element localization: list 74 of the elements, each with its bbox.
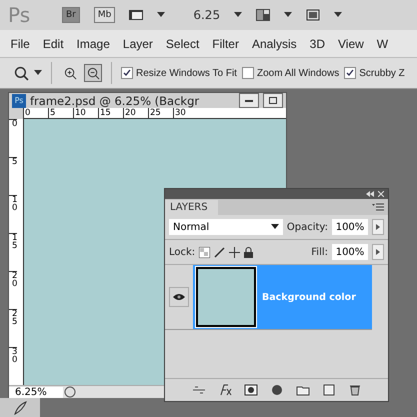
opacity-field[interactable]: 100%: [332, 219, 368, 235]
ruler-number: 0: [23, 108, 48, 118]
transparency-lock-icon[interactable]: [199, 246, 210, 258]
menu-item[interactable]: 3D: [303, 36, 332, 50]
caret-icon[interactable]: [34, 70, 42, 76]
launch-button[interactable]: Mb: [94, 7, 116, 23]
ruler-number: 25: [9, 309, 18, 347]
new-layer-icon[interactable]: [322, 384, 336, 396]
ruler-number: 0: [9, 119, 18, 157]
menu-icon[interactable]: [372, 203, 384, 211]
menu-item[interactable]: Analysis: [245, 36, 304, 50]
fill-field[interactable]: 100%: [332, 244, 368, 260]
lock-label: Lock:: [169, 246, 196, 258]
caret-icon: [270, 224, 279, 230]
checkbox-label: Resize Windows To Fit: [136, 68, 237, 78]
window-title: frame2.psd @ 6.25% (Backgr: [30, 94, 200, 108]
ruler-number: 20: [123, 108, 148, 118]
layer-name: Background color: [262, 292, 356, 302]
ruler-number: 15: [98, 108, 123, 118]
status-icon[interactable]: [63, 386, 77, 398]
caret-icon[interactable]: [157, 12, 166, 18]
trash-icon[interactable]: [348, 384, 362, 396]
panel-tab[interactable]: LAYERS: [165, 200, 218, 215]
ruler-number: 5: [9, 157, 18, 195]
launch-button[interactable]: Br: [62, 7, 80, 23]
collapse-icon[interactable]: [366, 191, 374, 197]
ruler-number: 5: [48, 108, 73, 118]
move-icon[interactable]: [229, 246, 240, 258]
ruler-number: 15: [9, 233, 18, 271]
zoom-level[interactable]: 6.25: [193, 8, 220, 22]
checkbox[interactable]: [344, 67, 356, 79]
fx-icon[interactable]: [218, 384, 232, 396]
minimize-button[interactable]: [239, 93, 259, 108]
eye-icon: [173, 293, 185, 301]
blend-mode-dropdown[interactable]: Normal: [169, 219, 283, 235]
menu-item[interactable]: Edit: [36, 36, 70, 50]
ruler-number: 10: [9, 195, 18, 233]
search-icon[interactable]: [14, 66, 29, 80]
layer-thumbnail: [196, 267, 256, 327]
menu-item[interactable]: Select: [159, 36, 206, 50]
ruler-number: 10: [73, 108, 98, 118]
ruler-number: 20: [9, 271, 18, 309]
document-icon: Ps: [12, 94, 26, 108]
caret-icon[interactable]: [334, 12, 342, 18]
app-logo: Ps: [8, 3, 32, 27]
checkbox[interactable]: [242, 67, 254, 79]
mask-icon[interactable]: [244, 384, 258, 396]
visibility-toggle[interactable]: [169, 287, 189, 307]
opacity-label: Opacity:: [286, 222, 328, 232]
fill-label: Fill:: [311, 246, 328, 258]
checkbox[interactable]: [121, 67, 133, 79]
menu-item[interactable]: Image: [70, 36, 116, 50]
menu-item[interactable]: File: [4, 36, 36, 50]
close-icon[interactable]: [378, 191, 384, 197]
ruler-number: 30: [173, 108, 198, 118]
zoom-out-icon[interactable]: [84, 64, 102, 82]
maximize-icon: [269, 97, 277, 104]
caret-icon[interactable]: [284, 12, 292, 18]
menu-item[interactable]: W: [370, 36, 395, 50]
minimize-icon: [245, 100, 253, 102]
folder-icon[interactable]: [296, 384, 310, 396]
screen-mode-icon[interactable]: [306, 9, 320, 21]
zoom-field[interactable]: 6.25%: [9, 386, 63, 398]
ruler-number: 25: [148, 108, 173, 118]
menu-item[interactable]: View: [331, 36, 370, 50]
layout-icon[interactable]: [256, 9, 270, 21]
menu-item[interactable]: Filter: [206, 36, 246, 50]
lock-icon[interactable]: [244, 246, 254, 258]
feather-icon[interactable]: [0, 398, 40, 417]
caret-icon[interactable]: [234, 12, 242, 18]
checkbox-label: Scrubby Z: [359, 68, 405, 78]
maximize-button[interactable]: [263, 93, 283, 108]
checkbox-label: Zoom All Windows: [256, 68, 340, 78]
menu-item[interactable]: Layer: [116, 36, 160, 50]
